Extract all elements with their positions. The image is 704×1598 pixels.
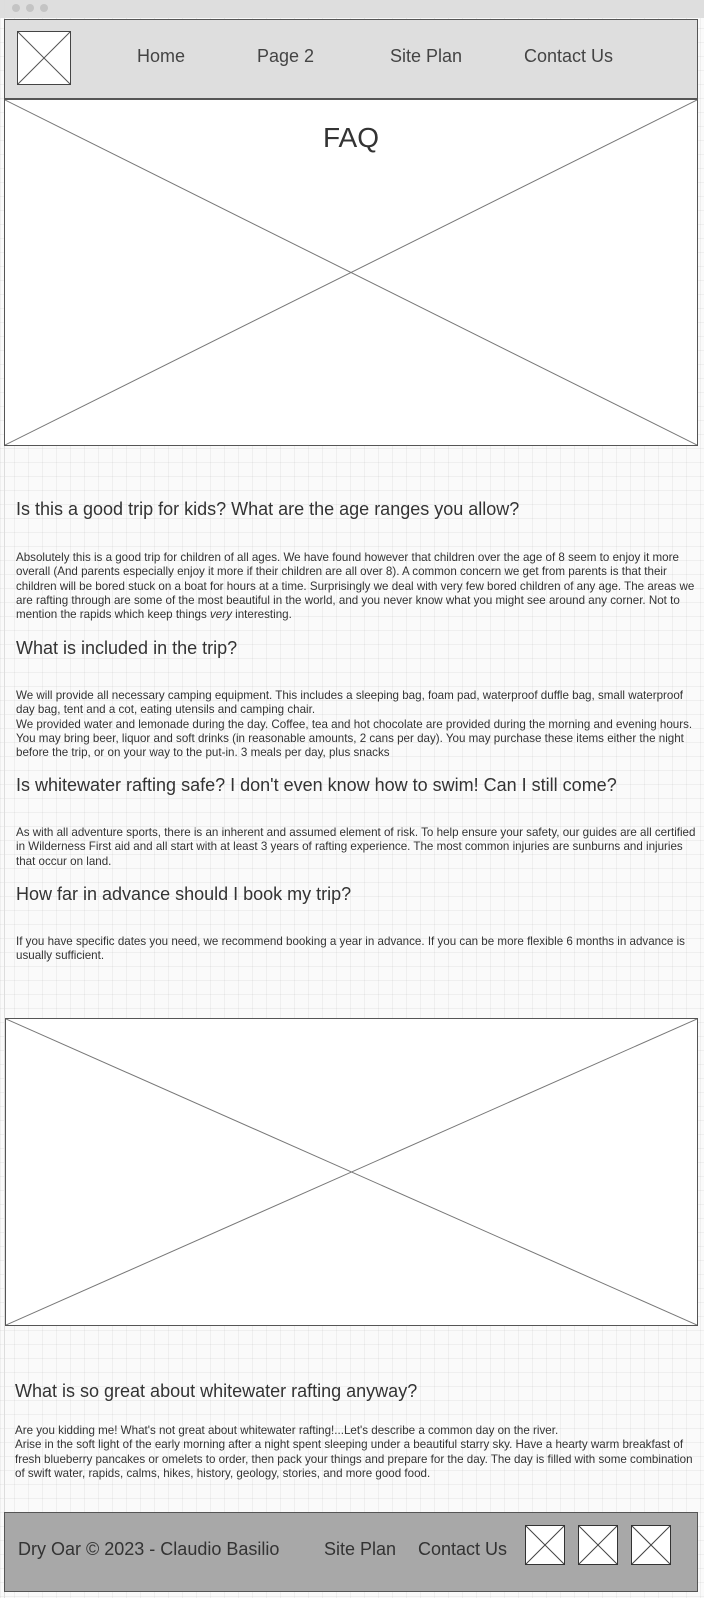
window-dot-close-icon[interactable] (12, 4, 20, 12)
faq-answer-kids-end: interesting. (231, 608, 292, 622)
faq-answer-kids-emphasis: very (210, 608, 232, 622)
faq-answer-kids-text: Absolutely this is a good trip for child… (16, 551, 695, 622)
faq-question-included: What is included in the trip? (16, 638, 238, 658)
content-image-placeholder (5, 1018, 698, 1326)
page-title: FAQ (322, 122, 379, 153)
faq-answer-kids: Absolutely this is a good trip for child… (16, 551, 696, 622)
social-placeholder-icon[interactable] (525, 1525, 565, 1565)
faq-answer-safety: As with all adventure sports, there is a… (16, 826, 696, 868)
footer-copyright: Dry Oar © 2023 - Claudio Basilio (18, 1539, 280, 1559)
image-placeholder-icon (6, 1019, 697, 1325)
great-question: What is so great about whitewater raftin… (15, 1381, 418, 1401)
faq-question-kids: Is this a good trip for kids? What are t… (16, 499, 520, 519)
nav-site-plan-link[interactable]: Site Plan (390, 46, 462, 67)
faq-answer-included-line2: We provided water and lemonade during th… (16, 717, 693, 760)
nav-contact-link[interactable]: Contact Us (524, 46, 613, 67)
faq-answer-included-line1: We will provide all necessary camping eq… (16, 689, 684, 717)
nav-page2-link[interactable]: Page 2 (257, 46, 314, 67)
nav-home-link[interactable]: Home (137, 46, 185, 67)
window-dot-minimize-icon[interactable] (26, 4, 34, 12)
footer-contact-link[interactable]: Contact Us (418, 1539, 507, 1560)
footer-site-plan-link[interactable]: Site Plan (324, 1539, 396, 1560)
hero-image-placeholder: FAQ (4, 99, 698, 446)
great-answer: Are you kidding me! What's not great abo… (15, 1424, 698, 1481)
social-placeholder-icon[interactable] (631, 1525, 671, 1565)
window-dot-maximize-icon[interactable] (40, 4, 48, 12)
faq-answer-included: We will provide all necessary camping eq… (16, 689, 696, 760)
great-answer-line1: Are you kidding me! What's not great abo… (15, 1424, 559, 1437)
logo-placeholder-icon[interactable] (17, 31, 71, 85)
faq-question-booking: How far in advance should I book my trip… (16, 884, 352, 904)
faq-question-safety: Is whitewater rafting safe? I don't even… (16, 775, 617, 795)
site-header: Home Page 2 Site Plan Contact Us (4, 19, 698, 99)
great-answer-line2: Arise in the soft light of the early mor… (15, 1438, 693, 1480)
faq-answer-booking: If you have specific dates you need, we … (16, 935, 685, 963)
social-placeholder-icon[interactable] (578, 1525, 618, 1565)
site-footer: Dry Oar © 2023 - Claudio Basilio Site Pl… (4, 1512, 698, 1592)
window-titlebar (0, 0, 704, 18)
